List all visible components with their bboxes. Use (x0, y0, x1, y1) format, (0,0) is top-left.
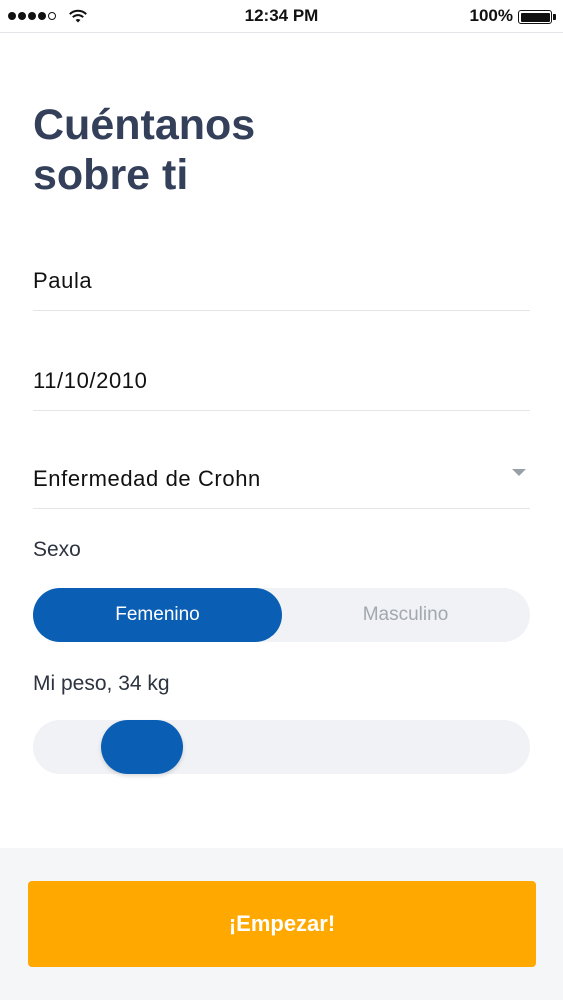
battery-percentage: 100% (469, 6, 513, 25)
weight-label: Mi peso, 34 kg (33, 672, 170, 695)
chevron-down-icon (512, 469, 526, 476)
sex-option-female[interactable]: Femenino (33, 588, 282, 642)
name-field[interactable]: Paula (33, 255, 530, 311)
weight-slider-thumb[interactable] (101, 720, 183, 774)
start-button[interactable]: ¡Empezar! (28, 881, 536, 967)
status-bar: 12:34 PM 100% (0, 0, 563, 33)
weight-slider[interactable] (33, 720, 530, 774)
condition-value: Enfermedad de Crohn (33, 466, 261, 491)
sex-option-male[interactable]: Masculino (281, 588, 530, 642)
footer: ¡Empezar! (0, 848, 563, 1000)
birthdate-value: 11/10/2010 (33, 368, 148, 393)
battery-icon (518, 10, 556, 24)
page-title: Cuéntanos sobre ti (33, 101, 256, 199)
sex-label: Sexo (33, 538, 81, 561)
birthdate-field[interactable]: 11/10/2010 (33, 350, 530, 411)
condition-dropdown[interactable]: Enfermedad de Crohn (33, 450, 530, 509)
name-value: Paula (33, 268, 93, 293)
sex-segmented-control: Femenino Masculino (33, 588, 530, 642)
